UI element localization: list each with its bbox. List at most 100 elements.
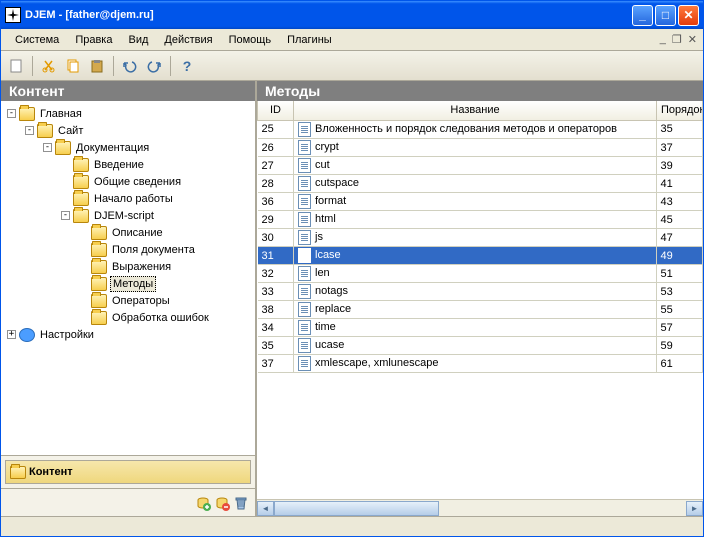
cell-order: 39 xyxy=(657,157,703,175)
tree-node-docs[interactable]: -Документация xyxy=(3,139,253,156)
collapse-icon[interactable]: - xyxy=(61,211,70,220)
scroll-track[interactable] xyxy=(274,501,686,516)
menu-actions[interactable]: Действия xyxy=(156,32,220,48)
table-row[interactable]: 25Вложенность и порядок следования метод… xyxy=(258,120,703,139)
undo-button[interactable] xyxy=(119,55,141,77)
collapse-icon[interactable]: - xyxy=(43,143,52,152)
cell-order: 47 xyxy=(657,229,703,247)
table-row[interactable]: 34time57 xyxy=(258,319,703,337)
column-header-name[interactable]: Название xyxy=(294,101,657,120)
minimize-button[interactable]: _ xyxy=(632,5,653,26)
document-icon xyxy=(298,320,311,335)
db-add-icon[interactable] xyxy=(195,495,211,511)
document-icon xyxy=(298,212,311,227)
column-header-id[interactable]: ID xyxy=(258,101,294,120)
data-table-container[interactable]: ID Название Порядок 25Вложенность и поря… xyxy=(257,101,703,499)
cell-name: notags xyxy=(294,283,657,301)
window-title: DJEM - [father@djem.ru] xyxy=(25,9,632,21)
app-window: DJEM - [father@djem.ru] _ □ ✕ Система Пр… xyxy=(0,0,704,537)
tree-node-ops[interactable]: Операторы xyxy=(3,292,253,309)
table-row[interactable]: 38replace55 xyxy=(258,301,703,319)
cell-id: 30 xyxy=(258,229,294,247)
document-icon xyxy=(298,266,311,281)
cell-order: 59 xyxy=(657,337,703,355)
copy-button[interactable] xyxy=(62,55,84,77)
table-row[interactable]: 37xmlescape, xmlunescape61 xyxy=(258,355,703,373)
tree-node-root[interactable]: -Главная xyxy=(3,105,253,122)
mdi-restore-button[interactable]: ❐ xyxy=(672,33,682,46)
menu-view[interactable]: Вид xyxy=(120,32,156,48)
menu-help[interactable]: Помощь xyxy=(221,32,280,48)
cut-button[interactable] xyxy=(38,55,60,77)
menu-plugins[interactable]: Плагины xyxy=(279,32,340,48)
mdi-close-button[interactable]: ✕ xyxy=(688,33,697,46)
cell-order: 51 xyxy=(657,265,703,283)
table-row[interactable]: 35ucase59 xyxy=(258,337,703,355)
table-row[interactable]: 27cut39 xyxy=(258,157,703,175)
document-icon xyxy=(298,302,311,317)
cell-id: 33 xyxy=(258,283,294,301)
folder-icon xyxy=(73,175,89,189)
tree-node-script[interactable]: -DJEM-script xyxy=(3,207,253,224)
right-pane-header: Методы xyxy=(257,81,703,101)
table-row[interactable]: 31lcase49 xyxy=(258,247,703,265)
tree-node-methods[interactable]: Методы xyxy=(3,275,253,292)
expand-icon[interactable]: + xyxy=(7,330,16,339)
nav-panel-content[interactable]: Контент xyxy=(5,460,251,484)
cell-id: 36 xyxy=(258,193,294,211)
document-icon xyxy=(298,284,311,299)
cell-order: 37 xyxy=(657,139,703,157)
cell-order: 41 xyxy=(657,175,703,193)
tree-node-settings[interactable]: +Настройки xyxy=(3,326,253,343)
tree-node-fields[interactable]: Поля документа xyxy=(3,241,253,258)
cell-id: 29 xyxy=(258,211,294,229)
menu-system[interactable]: Система xyxy=(7,32,67,48)
help-button[interactable]: ? xyxy=(176,55,198,77)
document-icon xyxy=(298,176,311,191)
table-row[interactable]: 29html45 xyxy=(258,211,703,229)
column-header-order[interactable]: Порядок xyxy=(657,101,703,120)
document-icon xyxy=(298,338,311,353)
cell-name: js xyxy=(294,229,657,247)
tree-node-desc[interactable]: Описание xyxy=(3,224,253,241)
table-row[interactable]: 28cutspace41 xyxy=(258,175,703,193)
tree-node-errors[interactable]: Обработка ошибок xyxy=(3,309,253,326)
tree-node-start[interactable]: Начало работы xyxy=(3,190,253,207)
tree-node-expr[interactable]: Выражения xyxy=(3,258,253,275)
tree-node-general[interactable]: Общие сведения xyxy=(3,173,253,190)
table-row[interactable]: 30js47 xyxy=(258,229,703,247)
cell-id: 35 xyxy=(258,337,294,355)
db-remove-icon[interactable] xyxy=(214,495,230,511)
redo-button[interactable] xyxy=(143,55,165,77)
left-footer: Контент xyxy=(1,455,255,516)
paste-button[interactable] xyxy=(86,55,108,77)
cell-id: 37 xyxy=(258,355,294,373)
collapse-icon[interactable]: - xyxy=(7,109,16,118)
new-button[interactable] xyxy=(5,55,27,77)
table-row[interactable]: 33notags53 xyxy=(258,283,703,301)
tree-node-intro[interactable]: Введение xyxy=(3,156,253,173)
scroll-thumb[interactable] xyxy=(274,501,439,516)
mdi-minimize-button[interactable]: _ xyxy=(660,33,666,46)
menu-edit[interactable]: Правка xyxy=(67,32,120,48)
trash-icon[interactable] xyxy=(233,495,249,511)
scroll-right-icon[interactable]: ► xyxy=(686,501,703,516)
maximize-button[interactable]: □ xyxy=(655,5,676,26)
cell-order: 53 xyxy=(657,283,703,301)
menubar: Система Правка Вид Действия Помощь Плаги… xyxy=(1,29,703,51)
table-row[interactable]: 32len51 xyxy=(258,265,703,283)
table-row[interactable]: 36format43 xyxy=(258,193,703,211)
table-row[interactable]: 26crypt37 xyxy=(258,139,703,157)
titlebar[interactable]: DJEM - [father@djem.ru] _ □ ✕ xyxy=(1,1,703,29)
collapse-icon[interactable]: - xyxy=(25,126,34,135)
close-button[interactable]: ✕ xyxy=(678,5,699,26)
horizontal-scrollbar[interactable]: ◄ ► xyxy=(257,499,703,516)
scroll-left-icon[interactable]: ◄ xyxy=(257,501,274,516)
folder-icon xyxy=(73,209,89,223)
cell-order: 43 xyxy=(657,193,703,211)
document-icon xyxy=(298,158,311,173)
left-pane-header: Контент xyxy=(1,81,255,101)
app-icon xyxy=(5,7,21,23)
tree-view[interactable]: -Главная -Сайт -Документация Введение Об… xyxy=(1,101,255,455)
tree-node-site[interactable]: -Сайт xyxy=(3,122,253,139)
